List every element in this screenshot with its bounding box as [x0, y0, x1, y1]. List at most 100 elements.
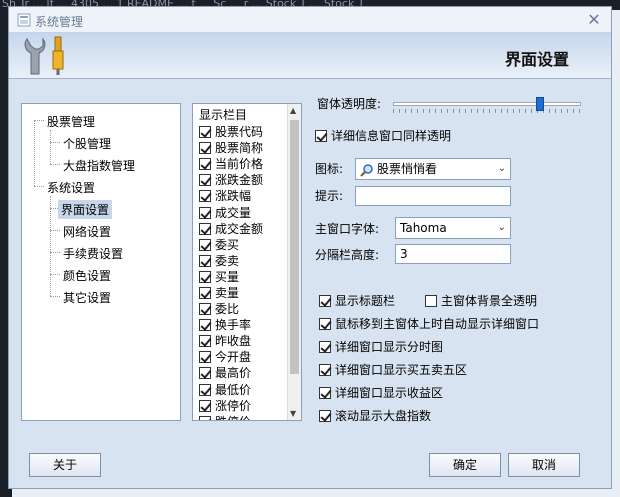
- column-option[interactable]: 最高价: [199, 365, 289, 381]
- scroll-thumb[interactable]: [290, 120, 299, 374]
- checkbox-box[interactable]: [199, 351, 211, 364]
- tree-item-individual-stocks[interactable]: 个股管理: [60, 134, 114, 153]
- checkbox-box[interactable]: [199, 190, 211, 203]
- column-option[interactable]: 成交量: [199, 204, 289, 220]
- close-button[interactable]: ✕: [583, 9, 605, 31]
- checkbox-box[interactable]: [425, 294, 437, 307]
- icon-select[interactable]: 股票悄悄看 ⌄: [355, 158, 511, 180]
- transparency-slider-thumb[interactable]: [535, 97, 544, 111]
- detail-transparent-checkbox[interactable]: 详细信息窗口同样透明: [315, 127, 451, 144]
- title-bar[interactable]: 系统管理 ✕: [9, 7, 611, 33]
- tree-connector: [50, 164, 60, 165]
- column-option[interactable]: 涨跌金额: [199, 172, 289, 188]
- column-option[interactable]: 最低价: [199, 382, 289, 398]
- scroll-down-icon[interactable]: ▼: [290, 409, 296, 418]
- checkbox-box[interactable]: [319, 294, 331, 307]
- close-icon: ✕: [587, 10, 601, 29]
- checkbox-box[interactable]: [199, 158, 211, 171]
- font-select[interactable]: Tahoma ⌄: [395, 217, 511, 239]
- column-option[interactable]: 卖量: [199, 285, 289, 301]
- hint-label: 提示:: [315, 189, 344, 203]
- checkbox-box[interactable]: [199, 254, 211, 267]
- detail-show-depth-checkbox[interactable]: 详细窗口显示买五卖五区: [319, 361, 467, 378]
- tree-connector: [34, 120, 35, 186]
- column-option-label: 成交金额: [215, 221, 264, 236]
- column-option[interactable]: 委卖: [199, 253, 289, 269]
- checkbox-box[interactable]: [199, 126, 211, 139]
- column-option-label: 昨收盘: [215, 334, 252, 349]
- splitter-height-input[interactable]: 3: [395, 244, 511, 264]
- column-option[interactable]: 今开盘: [199, 349, 289, 365]
- column-option-label: 股票简称: [215, 141, 264, 156]
- checkbox-box[interactable]: [199, 222, 211, 235]
- column-option-label: 股票代码: [215, 125, 264, 140]
- checkbox-box[interactable]: [319, 409, 331, 422]
- column-option[interactable]: 买量: [199, 269, 289, 285]
- checkbox-box[interactable]: [199, 303, 211, 316]
- checkbox-box[interactable]: [199, 238, 211, 251]
- main-bg-transparent-checkbox[interactable]: 主窗体背景全透明: [425, 292, 537, 309]
- checkbox-box[interactable]: [319, 317, 331, 330]
- cancel-button[interactable]: 取消: [508, 453, 580, 477]
- scroll-index-checkbox[interactable]: 滚动显示大盘指数: [319, 407, 431, 424]
- column-option[interactable]: 换手率: [199, 317, 289, 333]
- checkbox-box[interactable]: [319, 363, 331, 376]
- column-option[interactable]: 委买: [199, 237, 289, 253]
- column-option[interactable]: 涨停价: [199, 398, 289, 414]
- checkbox-box[interactable]: [199, 270, 211, 283]
- column-option[interactable]: 股票简称: [199, 140, 289, 156]
- detail-show-profit-checkbox[interactable]: 详细窗口显示收益区: [319, 384, 443, 401]
- checkbox-box[interactable]: [199, 335, 211, 348]
- tree-item-interface-settings[interactable]: 界面设置: [58, 200, 113, 219]
- tree-item-fee-settings[interactable]: 手续费设置: [60, 244, 126, 263]
- about-button[interactable]: 关于: [29, 453, 101, 477]
- tree-item-network-settings[interactable]: 网络设置: [60, 222, 114, 241]
- settings-tree[interactable]: 股票管理 个股管理 大盘指数管理 系统设置 界面设置 网络设置 手续费设置 颜色…: [21, 103, 181, 421]
- column-option-label: 最低价: [215, 382, 252, 397]
- scroll-up-icon[interactable]: ▲: [290, 106, 296, 115]
- column-option[interactable]: 委比: [199, 301, 289, 317]
- columns-scrollbar[interactable]: ▲ ▼: [287, 104, 301, 420]
- checkbox-box[interactable]: [199, 383, 211, 396]
- checkbox-box[interactable]: [199, 206, 211, 219]
- header-banner: 界面设置: [9, 33, 611, 79]
- tree-item-stock-management[interactable]: 股票管理: [44, 112, 98, 131]
- checkbox-box[interactable]: [199, 399, 211, 412]
- column-option[interactable]: 跌停价: [199, 414, 289, 420]
- columns-list[interactable]: 股票代码 股票简称 当前价格 涨跌金额 涨跌幅 成交量 成交金额 委买 委卖 买量 卖量 委比 换手率昨…: [199, 124, 289, 420]
- column-option-label: 买量: [215, 269, 240, 284]
- tree-item-other-settings[interactable]: 其它设置: [60, 288, 114, 307]
- column-option[interactable]: 昨收盘: [199, 333, 289, 349]
- tools-icon: [24, 36, 64, 75]
- detail-show-timechart-checkbox[interactable]: 详细窗口显示分时图: [319, 338, 443, 355]
- checkbox-box[interactable]: [319, 386, 331, 399]
- window-title: 系统管理: [35, 15, 84, 29]
- tree-connector: [50, 196, 51, 296]
- transparency-slider-track[interactable]: [393, 102, 581, 106]
- checkbox-box[interactable]: [199, 415, 211, 420]
- columns-checklist[interactable]: 显示栏目 股票代码 股票简称 当前价格 涨跌金额 涨跌幅 成交量 成交金额 委买 委卖 买量 卖量委…: [192, 103, 302, 421]
- tree-item-index-management[interactable]: 大盘指数管理: [60, 156, 138, 175]
- tree-item-color-settings[interactable]: 颜色设置: [60, 266, 114, 285]
- checkbox-box[interactable]: [199, 286, 211, 299]
- checkbox-box[interactable]: [199, 142, 211, 155]
- checkbox-box[interactable]: [199, 174, 211, 187]
- column-option-label: 委比: [215, 302, 240, 317]
- column-option-label: 委买: [215, 237, 240, 252]
- hint-input[interactable]: [355, 186, 511, 206]
- tree-connector: [50, 274, 60, 275]
- tree-connector: [50, 230, 60, 231]
- column-option[interactable]: 当前价格: [199, 156, 289, 172]
- column-option[interactable]: 成交金额: [199, 221, 289, 237]
- ok-button[interactable]: 确定: [429, 453, 501, 477]
- show-title-bar-checkbox[interactable]: 显示标题栏: [319, 292, 395, 309]
- column-option[interactable]: 涨跌幅: [199, 188, 289, 204]
- checkbox-box[interactable]: [319, 340, 331, 353]
- checkbox-box[interactable]: [315, 129, 327, 142]
- checkbox-box[interactable]: [199, 319, 211, 332]
- auto-show-detail-checkbox[interactable]: 鼠标移到主窗体上时自动显示详细窗口: [319, 315, 539, 332]
- column-option[interactable]: 股票代码: [199, 124, 289, 140]
- checkbox-box[interactable]: [199, 367, 211, 380]
- tree-item-system-settings[interactable]: 系统设置: [44, 178, 98, 197]
- column-option-label: 换手率: [215, 318, 252, 333]
